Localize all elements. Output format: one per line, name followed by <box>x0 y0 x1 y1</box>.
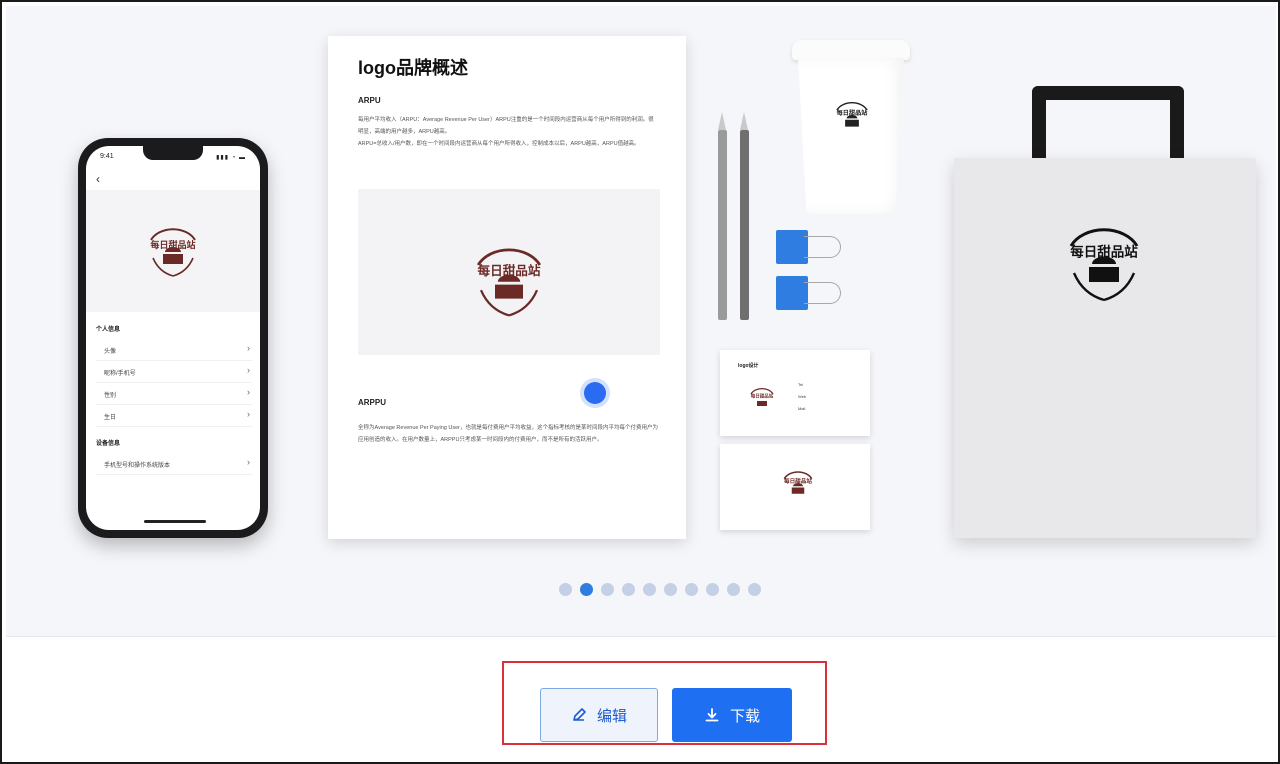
brand-logo-icon: 每日甜品站 <box>830 96 874 143</box>
carousel-pagination <box>559 583 761 597</box>
brand-logo-icon: 每日甜品站 <box>141 218 205 287</box>
download-icon <box>704 707 720 723</box>
home-indicator <box>144 520 206 523</box>
carousel-dot-2[interactable] <box>580 583 593 596</box>
binder-clip-icon <box>776 230 841 264</box>
carousel-dot-3[interactable] <box>601 583 614 596</box>
download-button-label: 下载 <box>729 707 760 725</box>
card-contact-line: Tel <box>798 382 804 387</box>
carousel-dot-8[interactable] <box>706 583 719 596</box>
card-title: logo设计 <box>738 363 759 369</box>
settings-row-birthday[interactable]: 生日 › <box>96 406 252 427</box>
card-contact-line: Mail <box>798 406 806 411</box>
back-icon: ‹ <box>96 172 100 186</box>
brand-logo-icon: 每日甜品站 <box>464 237 554 326</box>
coffee-cup-mockup: 每日甜品站 <box>792 40 910 214</box>
phone-logo-banner: 每日甜品站 <box>86 190 260 312</box>
chevron-right-icon: › <box>247 343 250 353</box>
document-subtitle-1: ARPU <box>358 96 381 105</box>
cup-lid <box>792 40 910 60</box>
carousel-dot-4[interactable] <box>622 583 635 596</box>
page-frame: 9:41 ▮▮▮ ◔ ▬ ‹ 每日甜品站 个人信息 头像 › 昵称/手机号 › … <box>0 0 1280 764</box>
edit-button-label: 编辑 <box>596 707 627 725</box>
chevron-right-icon: › <box>247 409 250 419</box>
section-title-device: 设备信息 <box>96 441 121 447</box>
bag-handle <box>1032 86 1184 164</box>
brand-logo-text: 每日甜品站 <box>751 393 774 400</box>
carousel-dot-1[interactable] <box>559 583 572 596</box>
brand-logo-icon: 每日甜品站 <box>746 384 778 419</box>
phone-status-icons: ▮▮▮ ◔ ▬ <box>216 155 246 161</box>
cursor-indicator <box>584 382 606 404</box>
document-logo-image: 每日甜品站 <box>358 189 660 355</box>
carousel-dot-7[interactable] <box>685 583 698 596</box>
phone-mockup: 9:41 ▮▮▮ ◔ ▬ ‹ 每日甜品站 个人信息 头像 › 昵称/手机号 › … <box>78 138 268 538</box>
chevron-right-icon: › <box>247 365 250 375</box>
document-paragraph-1: 每用户平均收入（ARPU：Average Revenue Per User）AR… <box>358 117 654 135</box>
edit-button[interactable]: 编辑 <box>540 688 658 742</box>
carousel-dot-5[interactable] <box>643 583 656 596</box>
phone-screen: 9:41 ▮▮▮ ◔ ▬ ‹ 每日甜品站 个人信息 头像 › 昵称/手机号 › … <box>86 146 260 530</box>
download-button[interactable]: 下载 <box>672 688 792 742</box>
carousel-dot-10[interactable] <box>748 583 761 596</box>
settings-row-gender[interactable]: 性别 › <box>96 384 252 405</box>
document-subtitle-2: ARPPU <box>358 398 387 407</box>
settings-row-avatar[interactable]: 头像 › <box>96 340 252 361</box>
pencil-icon <box>571 707 587 723</box>
business-card-back: 每日甜品站 <box>720 444 870 530</box>
settings-row-nickname[interactable]: 昵称/手机号 › <box>96 362 252 383</box>
pencil-icon <box>740 112 749 320</box>
binder-clip-icon <box>776 276 841 310</box>
brand-document-mockup: logo品牌概述 ARPU 每用户平均收入（ARPU：Average Reven… <box>328 36 686 539</box>
section-title-personal: 个人信息 <box>96 327 121 333</box>
tote-bag-mockup: 每日甜品站 <box>954 158 1256 538</box>
card-contact-line: Web <box>798 394 807 399</box>
brand-logo-icon: 每日甜品站 <box>778 466 818 509</box>
carousel-dot-6[interactable] <box>664 583 677 596</box>
chevron-right-icon: › <box>247 387 250 397</box>
chevron-right-icon: › <box>247 457 250 467</box>
settings-row-device-model[interactable]: 手机型号和操作系统版本 › <box>96 454 252 475</box>
document-paragraph-1b: ARPU=总收入/用户数，即在一个时间段内运营商从每个用户所得收入，控制成本以后… <box>358 141 640 147</box>
pencil-icon <box>718 112 727 320</box>
phone-notch <box>143 146 203 160</box>
phone-time: 9:41 <box>100 153 114 160</box>
mockup-preview: 9:41 ▮▮▮ ◔ ▬ ‹ 每日甜品站 个人信息 头像 › 昵称/手机号 › … <box>6 6 1276 637</box>
document-paragraph-2: 全称为Average Revenue Per Paying User，也就是每付… <box>358 425 659 443</box>
brand-logo-icon: 每日甜品站 <box>1056 216 1152 311</box>
business-card-front: logo设计 每日甜品站 Tel Web Mail <box>720 350 870 436</box>
carousel-dot-9[interactable] <box>727 583 740 596</box>
document-title: logo品牌概述 <box>358 58 468 78</box>
